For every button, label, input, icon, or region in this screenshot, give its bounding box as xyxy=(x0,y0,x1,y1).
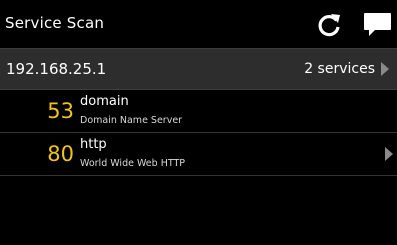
services-count: 2 services xyxy=(304,61,375,77)
title-bar: Service Scan xyxy=(0,0,397,48)
chat-bubble-icon xyxy=(364,13,391,36)
host-ip-address: 192.168.25.1 xyxy=(6,60,107,78)
chevron-right-icon xyxy=(385,147,393,161)
refresh-icon xyxy=(318,14,340,37)
refresh-button[interactable] xyxy=(314,10,344,40)
chevron-right-icon xyxy=(381,62,389,76)
service-description: Domain Name Server xyxy=(80,115,183,126)
port-number: 80 xyxy=(47,142,74,166)
service-row-http[interactable]: 80 http World Wide Web HTTP xyxy=(0,133,397,176)
service-description: World Wide Web HTTP xyxy=(80,158,186,169)
service-name: domain xyxy=(80,94,129,109)
service-name: http xyxy=(80,137,107,152)
host-row[interactable]: 192.168.25.1 2 services xyxy=(0,48,397,90)
app-title: Service Scan xyxy=(5,14,105,32)
port-number: 53 xyxy=(47,99,74,123)
service-row-domain[interactable]: 53 domain Domain Name Server xyxy=(0,90,397,133)
message-button[interactable] xyxy=(361,10,393,40)
